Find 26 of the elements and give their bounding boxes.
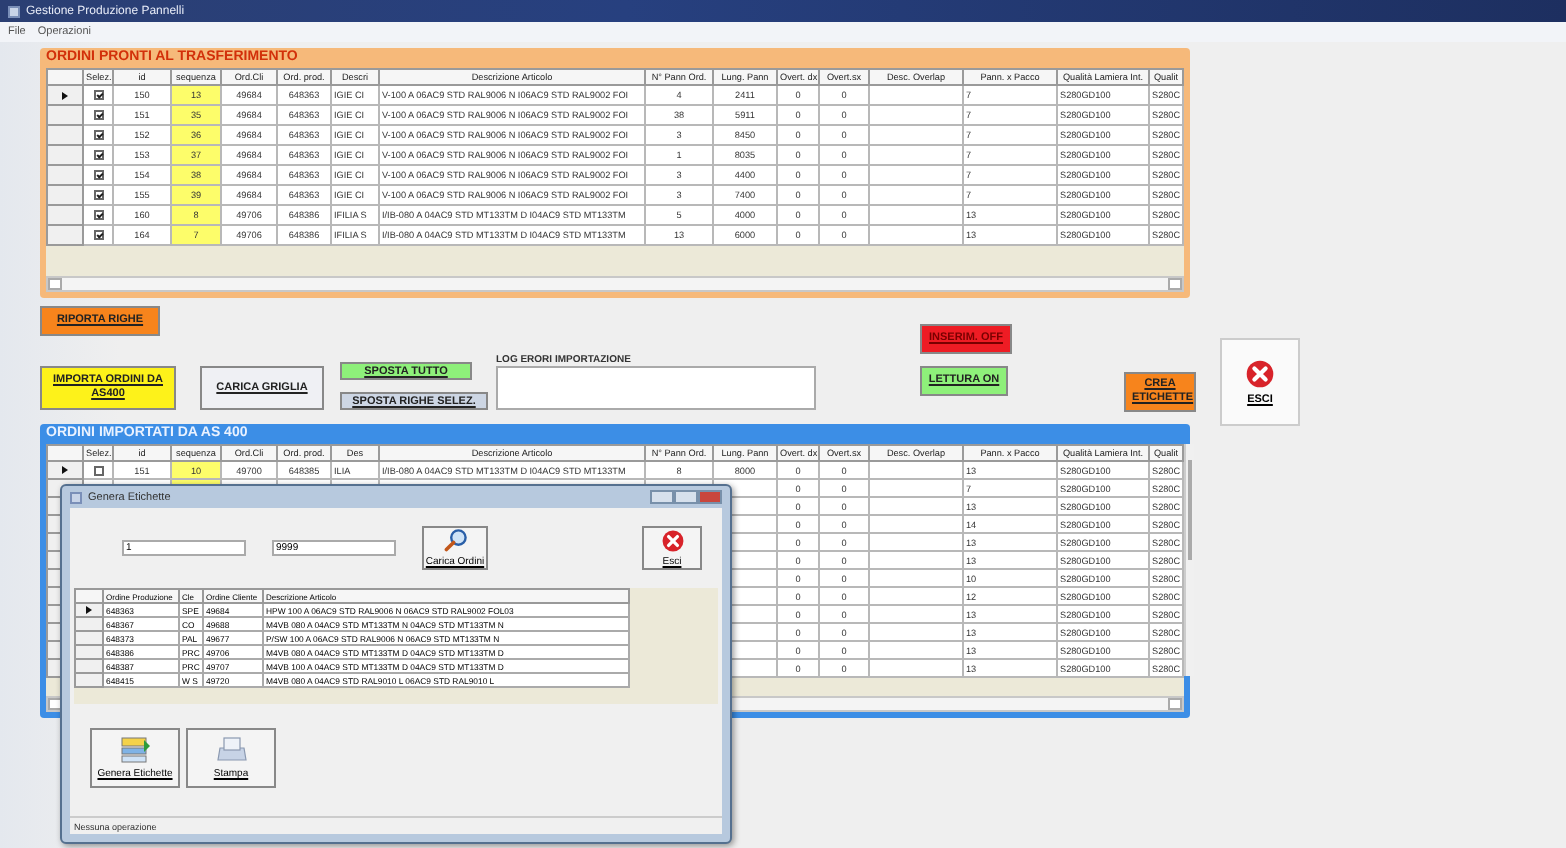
row-checkbox[interactable]	[93, 230, 103, 241]
row-header[interactable]	[47, 85, 83, 105]
magnifier-icon	[443, 528, 467, 552]
row-checkbox[interactable]	[93, 110, 103, 121]
row-checkbox[interactable]	[93, 150, 103, 161]
vertical-scrollbar[interactable]	[1184, 444, 1194, 676]
row-header-corner	[75, 589, 103, 603]
row-checkbox[interactable]	[93, 130, 103, 141]
labels-icon	[119, 736, 151, 764]
app-icon	[70, 491, 82, 503]
current-row-icon	[62, 91, 68, 99]
app-icon	[8, 5, 20, 17]
row-checkbox[interactable]	[93, 90, 103, 101]
row-checkbox[interactable]	[93, 210, 103, 221]
row-checkbox[interactable]	[93, 190, 103, 201]
row-header-corner	[47, 69, 83, 85]
row-checkbox[interactable]	[93, 170, 103, 181]
horizontal-scrollbar[interactable]	[46, 276, 1184, 292]
row-header-corner	[47, 445, 83, 461]
window-controls[interactable]	[650, 490, 722, 504]
current-row-icon	[62, 466, 68, 474]
close-icon	[661, 529, 683, 551]
row-checkbox[interactable]	[93, 465, 103, 476]
close-icon	[1246, 359, 1274, 387]
printer-icon	[215, 736, 247, 764]
log-field[interactable]	[496, 366, 816, 410]
